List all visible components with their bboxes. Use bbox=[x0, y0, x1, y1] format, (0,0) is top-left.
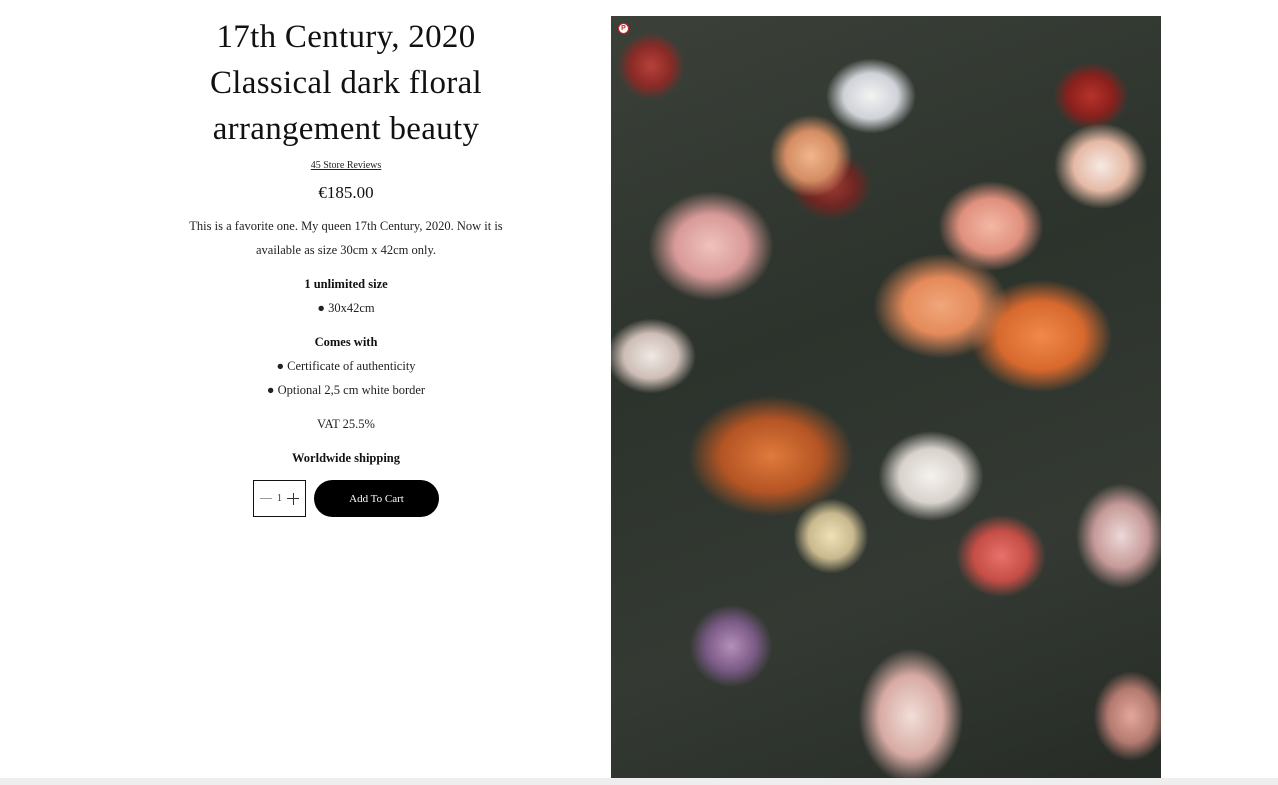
product-image[interactable]: P bbox=[611, 16, 1161, 778]
size-item: ● 30x42cm bbox=[317, 301, 375, 315]
comes-with-item: ● Optional 2,5 cm white border bbox=[266, 383, 426, 397]
store-reviews-link[interactable]: 45 Store Reviews bbox=[311, 160, 382, 171]
comes-with-section: Comes with ● Certificate of authenticity… bbox=[166, 330, 526, 402]
bottom-divider bbox=[0, 778, 1278, 785]
plus-icon[interactable] bbox=[286, 492, 300, 506]
vat-text: VAT 25.5% bbox=[317, 417, 375, 431]
size-heading: 1 unlimited size bbox=[304, 277, 388, 291]
shipping-text: Worldwide shipping bbox=[291, 451, 401, 465]
pinterest-icon[interactable]: P bbox=[618, 23, 629, 34]
add-to-cart-button[interactable]: Add To Cart bbox=[314, 480, 439, 517]
product-title-line-1: 17th Century, 2020 bbox=[216, 19, 476, 55]
product-info: 17th Century, 2020 Classical dark floral… bbox=[166, 14, 526, 517]
cart-controls: 1 Add To Cart bbox=[166, 480, 526, 517]
product-description: This is a favorite one. My queen 17th Ce… bbox=[189, 219, 503, 257]
product-price: €185.00 bbox=[318, 183, 374, 202]
minus-icon[interactable] bbox=[259, 492, 273, 506]
comes-with-item: ● Certificate of authenticity bbox=[276, 359, 416, 373]
product-title-line-2: Classical dark floral bbox=[209, 65, 483, 101]
comes-with-heading: Comes with bbox=[314, 335, 378, 349]
quantity-value[interactable]: 1 bbox=[277, 493, 282, 504]
size-section: 1 unlimited size ● 30x42cm bbox=[166, 272, 526, 320]
product-title: 17th Century, 2020 Classical dark floral… bbox=[166, 14, 526, 152]
product-title-line-3: arrangement beauty bbox=[212, 111, 480, 147]
quantity-stepper[interactable]: 1 bbox=[253, 480, 306, 517]
